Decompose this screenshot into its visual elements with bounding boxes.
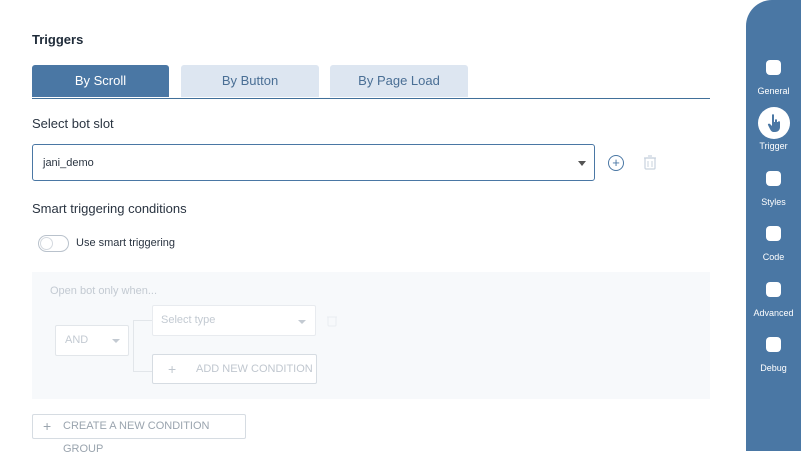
operator-select[interactable]: AND [55,325,129,356]
bot-slot-label: Select bot slot [32,116,114,131]
nav-icon-wrap [758,163,790,195]
create-group-label: CREATE A NEW CONDITION GROUP [63,420,210,455]
condition-type-select[interactable]: Select type [152,305,316,336]
add-condition-label: ADD NEW CONDITION [196,363,313,375]
nav-icon-wrap [758,329,790,361]
advanced-icon [765,282,781,297]
section-title: Triggers [32,32,84,47]
nav-trigger[interactable]: Trigger [746,107,801,151]
nav-general[interactable]: General [746,52,801,96]
nav-advanced[interactable]: Advanced [746,274,801,318]
chevron-down-icon [112,339,120,343]
nav-code[interactable]: Code [746,218,801,262]
trigger-tabs: By Scroll By Button By Page Load [32,65,710,99]
nav-debug[interactable]: Debug [746,329,801,373]
tab-by-button[interactable]: By Button [181,65,319,97]
right-sidebar: General Trigger Styles Code Advanced Deb… [746,0,801,451]
nav-label: Code [762,252,785,262]
nav-label: Styles [761,197,786,207]
smart-triggering-label: Smart triggering conditions [32,201,187,216]
chevron-down-icon [578,161,586,166]
tab-by-page-load[interactable]: By Page Load [330,65,468,97]
nav-icon-wrap [758,218,790,250]
nav-label: Debug [760,363,787,373]
add-slot-icon[interactable]: + [608,155,624,171]
tab-by-scroll[interactable]: By Scroll [32,65,169,97]
plus-icon: + [168,361,177,377]
chevron-down-icon [298,320,306,324]
nav-styles[interactable]: Styles [746,163,801,207]
condition-group-panel: Open bot only when... AND Select type + … [32,272,710,399]
terminal-icon [765,337,781,352]
brush-icon [765,171,781,186]
add-condition-button[interactable]: + ADD NEW CONDITION [152,354,317,384]
plus-icon: + [43,418,52,434]
delete-condition-icon[interactable] [326,314,338,332]
toggle-knob [40,237,53,250]
create-condition-group-button[interactable]: + CREATE A NEW CONDITION GROUP [32,414,246,455]
bot-slot-select[interactable]: jani_demo [32,144,595,181]
condition-bracket [133,320,152,372]
smart-triggering-toggle[interactable] [38,235,69,252]
nav-label: Trigger [759,141,788,151]
nav-icon-wrap [758,274,790,306]
pencil-icon [765,60,781,75]
hand-pointer-icon [767,114,780,132]
main-panel: Triggers By Scroll By Button By Page Loa… [0,0,745,455]
operator-value: AND [65,334,89,346]
nav-icon-wrap [757,107,790,139]
toggle-label: Use smart triggering [76,237,176,249]
nav-label: General [757,86,790,96]
nav-icon-wrap [758,52,790,84]
nav-label: Advanced [753,308,794,318]
code-icon [765,226,781,241]
bot-slot-value: jani_demo [43,157,94,169]
type-placeholder: Select type [161,314,216,326]
delete-slot-icon[interactable] [643,155,657,175]
condition-hint: Open bot only when... [50,285,158,297]
